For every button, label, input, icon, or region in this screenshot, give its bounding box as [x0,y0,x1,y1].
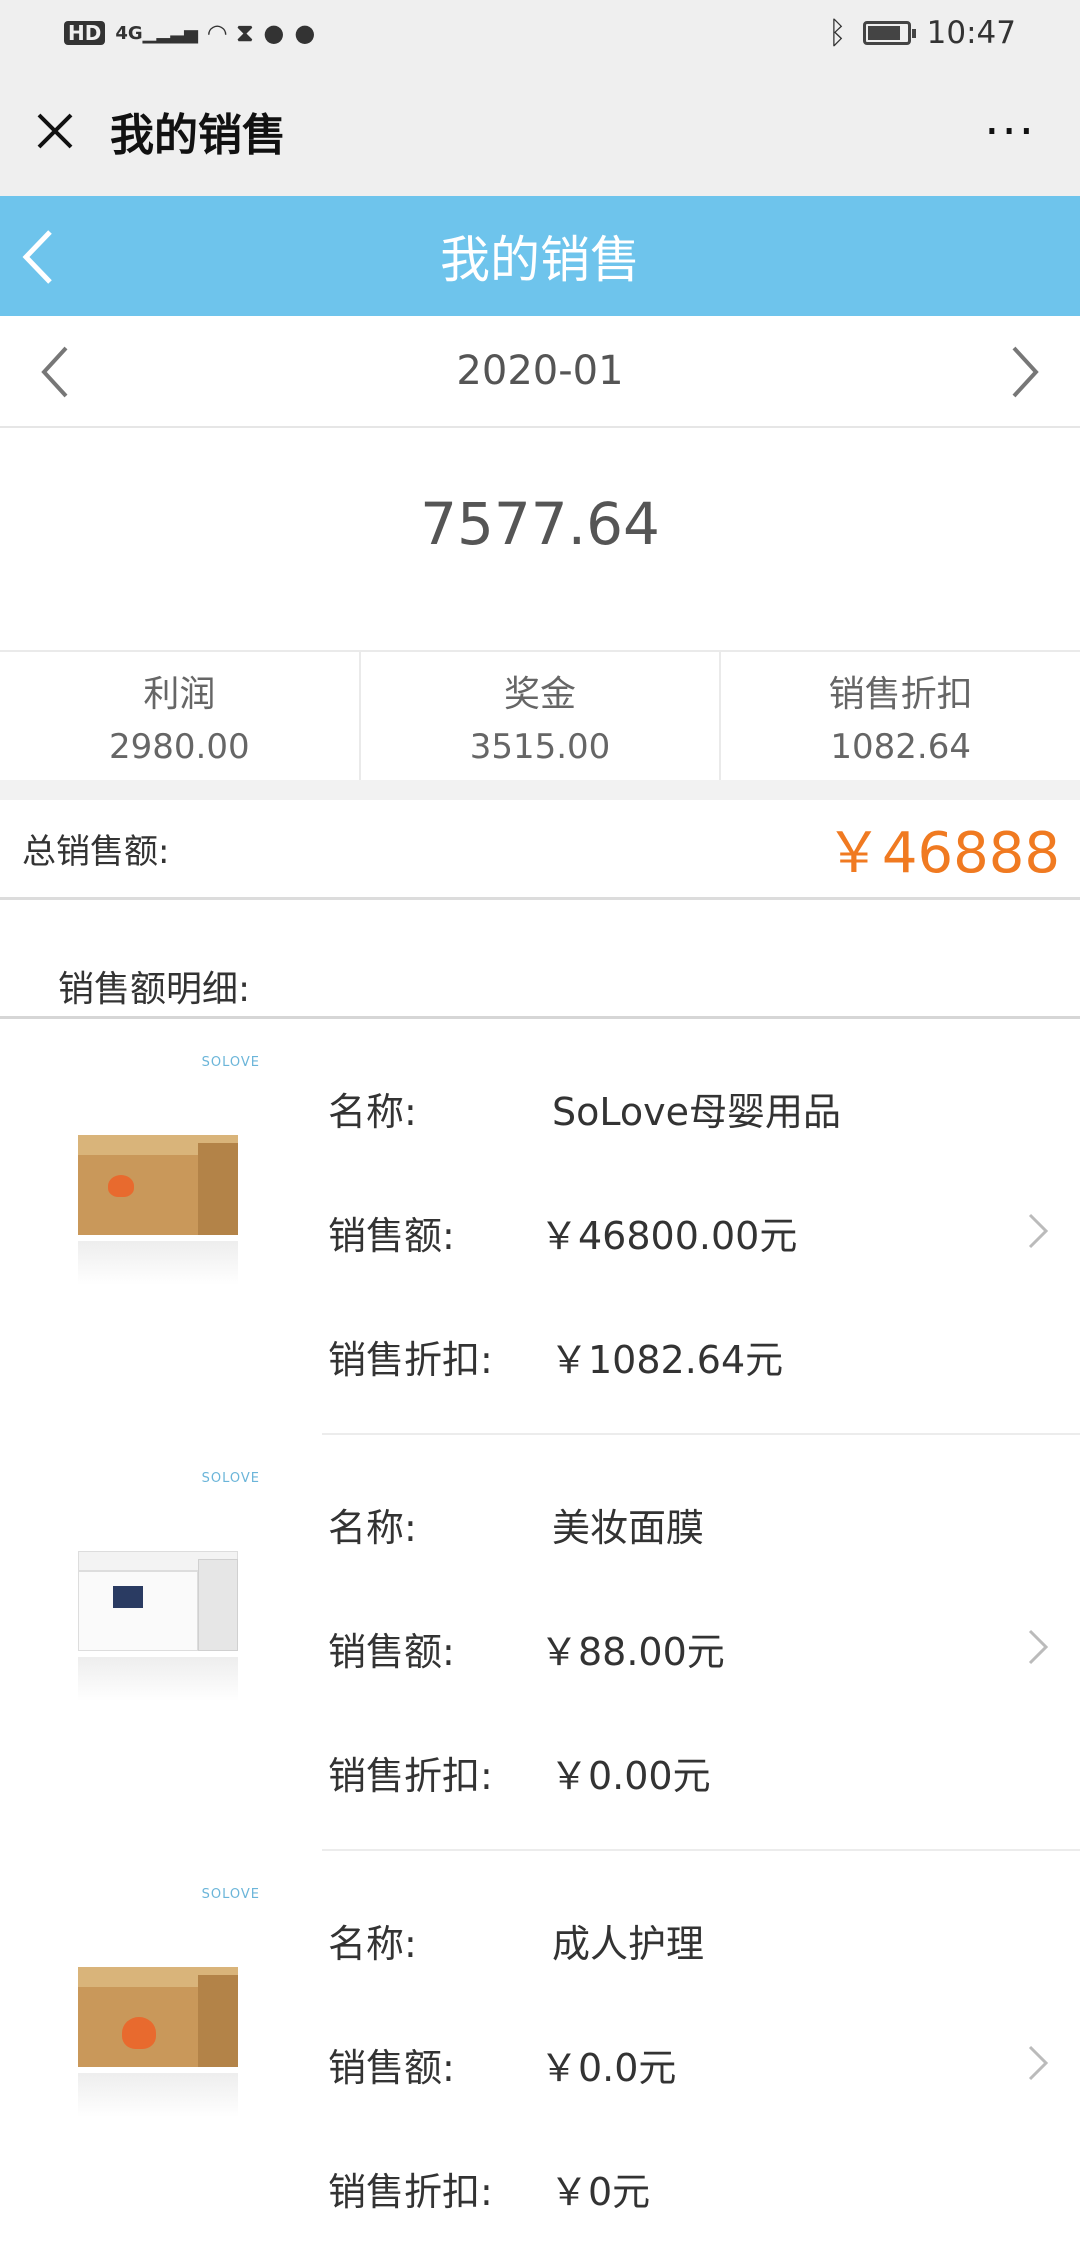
stat-label: 销售折扣 [828,674,973,715]
stats-row: 利润 2980.00 奖金 3515.00 销售折扣 1082.64 [0,650,1080,780]
network-label: 4G [115,22,143,44]
product-image: SOLOVE [60,1055,260,1295]
box-graphic [78,1551,238,1651]
hourglass-icon: ⧗ [236,19,254,47]
status-right: ᛒ 10:47 [828,15,1016,51]
sales-total-label: 总销售额: [22,832,170,872]
list-item[interactable]: SOLOVE 名称: 美妆面膜 销售额: ￥88.00元 销售折扣: ￥0.00… [0,1435,1080,1851]
product-name: 成人护理 [552,1922,705,1966]
chevron-right-icon[interactable] [1024,1209,1052,1253]
sales-total-value: ￥46888 [825,821,1060,886]
more-menu-button[interactable]: ··· [984,104,1036,160]
stat-profit: 利润 2980.00 [0,652,361,780]
amount-label: 销售额: [328,2046,455,2090]
discount-label: 销售折扣: [328,1754,493,1798]
product-amount: ￥88.00元 [540,1630,725,1674]
brand-logo: SOLOVE [201,1887,260,1902]
amount-label: 销售额: [328,1214,455,1258]
product-amount: ￥46800.00元 [540,1214,798,1258]
name-label: 名称: [328,1506,417,1550]
product-discount: ￥0元 [550,2170,651,2214]
box-graphic [78,1967,238,2067]
amount-label: 销售额: [328,1630,455,1674]
chevron-right-icon[interactable] [1024,1625,1052,1669]
month-selector: 2020-01 [0,316,1080,428]
wifi-icon: ◠ [208,19,227,47]
stat-value: 3515.00 [469,727,611,767]
hd-icon: HD [64,21,106,45]
4g-signal-icon: 4G▁▂▃▅ [115,22,199,44]
product-amount: ￥0.0元 [540,2046,677,2090]
close-icon [37,113,73,149]
next-month-icon[interactable] [1002,344,1046,400]
discount-label: 销售折扣: [328,2170,493,2214]
discount-label: 销售折扣: [328,1338,493,1382]
name-label: 名称: [328,1090,417,1134]
product-name: 美妆面膜 [552,1506,705,1550]
box-graphic [78,1135,238,1235]
name-label: 名称: [328,1922,417,1966]
stat-label: 利润 [143,674,216,715]
battery-fill [867,26,900,40]
list-item[interactable]: SOLOVE 名称: 成人护理 销售额: ￥0.0元 销售折扣: ￥0元 [0,1851,1080,2267]
stat-value: 1082.64 [830,727,971,767]
close-button[interactable] [0,66,110,196]
divider [0,780,1080,800]
product-name: SoLove母婴用品 [552,1090,841,1134]
month-label: 2020-01 [456,348,624,394]
brand-logo: SOLOVE [201,1471,260,1486]
box-reflection [78,1657,238,1701]
prev-month-icon[interactable] [34,344,78,400]
status-bar: HD 4G▁▂▃▅ ◠ ⧗ ● ● ᛒ 10:47 [0,0,1080,66]
battery-icon [862,21,916,45]
sales-total-row: 总销售额: ￥46888 [0,800,1080,900]
wechat-icon: ● [263,19,285,47]
box-reflection [78,1241,238,1285]
product-image: SOLOVE [60,1887,260,2127]
webview-title: 我的销售 [110,110,286,161]
product-discount: ￥0.00元 [550,1754,711,1798]
app-header: 我的销售 [0,196,1080,316]
back-icon[interactable] [14,222,74,292]
stat-label: 奖金 [504,674,577,715]
page-title: 我的销售 [440,231,640,289]
webview-header: 我的销售 ··· [0,66,1080,196]
sales-detail-list: SOLOVE 名称: SoLove母婴用品 销售额: ￥46800.00元 销售… [0,1019,1080,2267]
detail-heading: 销售额明细: [58,969,251,1010]
stat-value: 2980.00 [109,727,250,767]
clock: 10:47 [926,15,1016,51]
product-discount: ￥1082.64元 [550,1338,784,1382]
status-icons: HD 4G▁▂▃▅ ◠ ⧗ ● ● [64,19,315,47]
bluetooth-icon: ᛒ [828,15,847,51]
brand-logo: SOLOVE [201,1055,260,1070]
stat-bonus: 奖金 3515.00 [361,652,722,780]
product-image: SOLOVE [60,1471,260,1711]
list-item[interactable]: SOLOVE 名称: SoLove母婴用品 销售额: ￥46800.00元 销售… [0,1019,1080,1435]
wechat-icon: ● [294,19,316,47]
box-reflection [78,2073,238,2117]
income-total: 7577.64 [420,490,660,558]
chevron-right-icon[interactable] [1024,2041,1052,2085]
stat-discount: 销售折扣 1082.64 [721,652,1080,780]
